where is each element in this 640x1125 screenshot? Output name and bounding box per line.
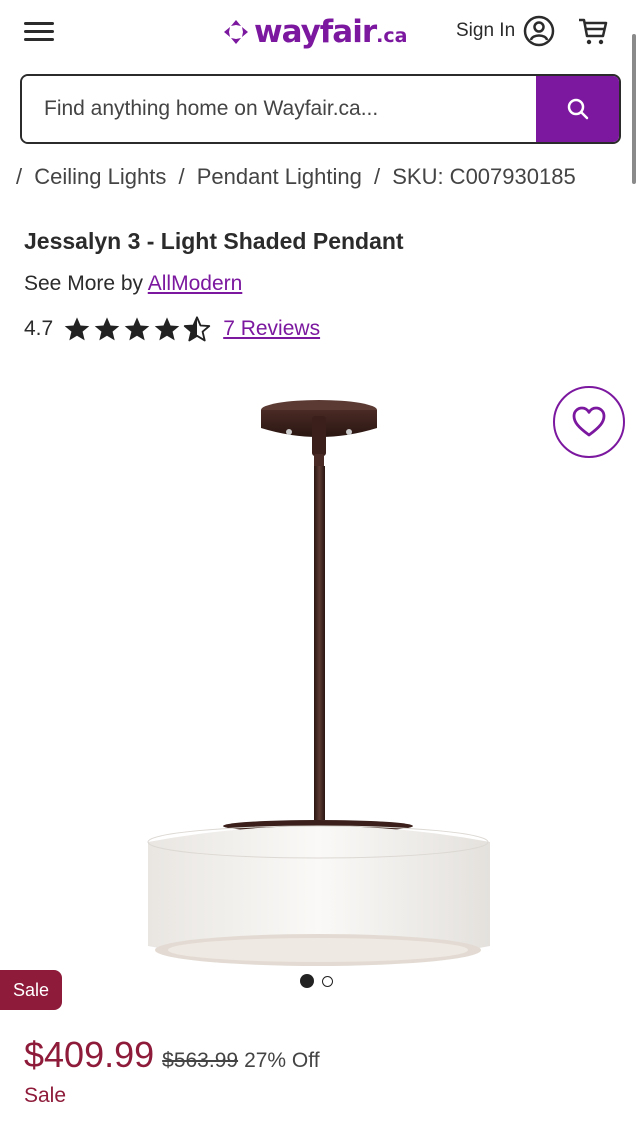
star-full-icon — [154, 317, 180, 341]
breadcrumb-ceiling-lights[interactable]: Ceiling Lights — [34, 164, 166, 189]
price-row: $409.99 $563.99 27% Off — [24, 1034, 320, 1076]
original-price: $563.99 — [162, 1049, 239, 1072]
reviews-link[interactable]: 7 Reviews — [223, 317, 320, 341]
product-title: Jessalyn 3 - Light Shaded Pendant — [24, 228, 404, 254]
heart-icon — [572, 406, 606, 437]
star-half-icon — [184, 316, 211, 342]
carousel-dot-2[interactable] — [322, 975, 333, 987]
account-icon[interactable] — [522, 14, 556, 48]
product-image — [147, 400, 490, 966]
cart-icon[interactable] — [576, 14, 610, 48]
discount-label: 27% Off — [244, 1049, 320, 1072]
wayfair-logo-icon — [224, 20, 248, 44]
rating-stars[interactable] — [63, 315, 213, 343]
site-header: wayfair .ca Sign In — [0, 0, 640, 66]
breadcrumb-pendant-lighting[interactable]: Pendant Lighting — [197, 164, 362, 189]
wayfair-logo[interactable]: wayfair .ca — [222, 12, 407, 52]
search-button[interactable] — [536, 76, 619, 142]
sale-badge: Sale — [0, 970, 62, 1010]
logo-text: wayfair — [254, 14, 377, 50]
carousel-dot-1[interactable] — [300, 974, 314, 988]
search-bar — [20, 74, 621, 144]
logo-suffix: .ca — [376, 25, 408, 47]
see-more-by: See More by AllModern — [24, 272, 242, 296]
search-input[interactable] — [22, 76, 538, 142]
product-image-carousel[interactable] — [0, 370, 640, 990]
rating-value: 4.7 — [24, 317, 54, 340]
sign-in-link[interactable]: Sign In — [456, 20, 515, 42]
favorite-button[interactable] — [553, 386, 625, 458]
search-icon — [567, 98, 588, 120]
star-full-icon — [94, 317, 120, 341]
star-full-icon — [64, 317, 90, 341]
carousel-dots — [300, 974, 341, 988]
current-price: $409.99 — [24, 1034, 155, 1075]
breadcrumb-separator: / — [373, 164, 381, 189]
breadcrumb: / Ceiling Lights / Pendant Lighting / SK… — [16, 164, 576, 190]
sale-status: Sale — [24, 1084, 67, 1107]
breadcrumb-sku: SKU: C007930185 — [392, 164, 576, 189]
brand-link[interactable]: AllModern — [148, 272, 243, 295]
breadcrumb-separator: / — [178, 164, 185, 189]
rating-summary: 4.7 7 Reviews — [24, 312, 320, 346]
breadcrumb-separator: / — [16, 164, 23, 189]
star-full-icon — [124, 317, 150, 341]
menu-icon[interactable] — [24, 20, 54, 44]
scrollbar[interactable] — [632, 34, 636, 184]
see-more-prefix: See More by — [24, 272, 144, 295]
